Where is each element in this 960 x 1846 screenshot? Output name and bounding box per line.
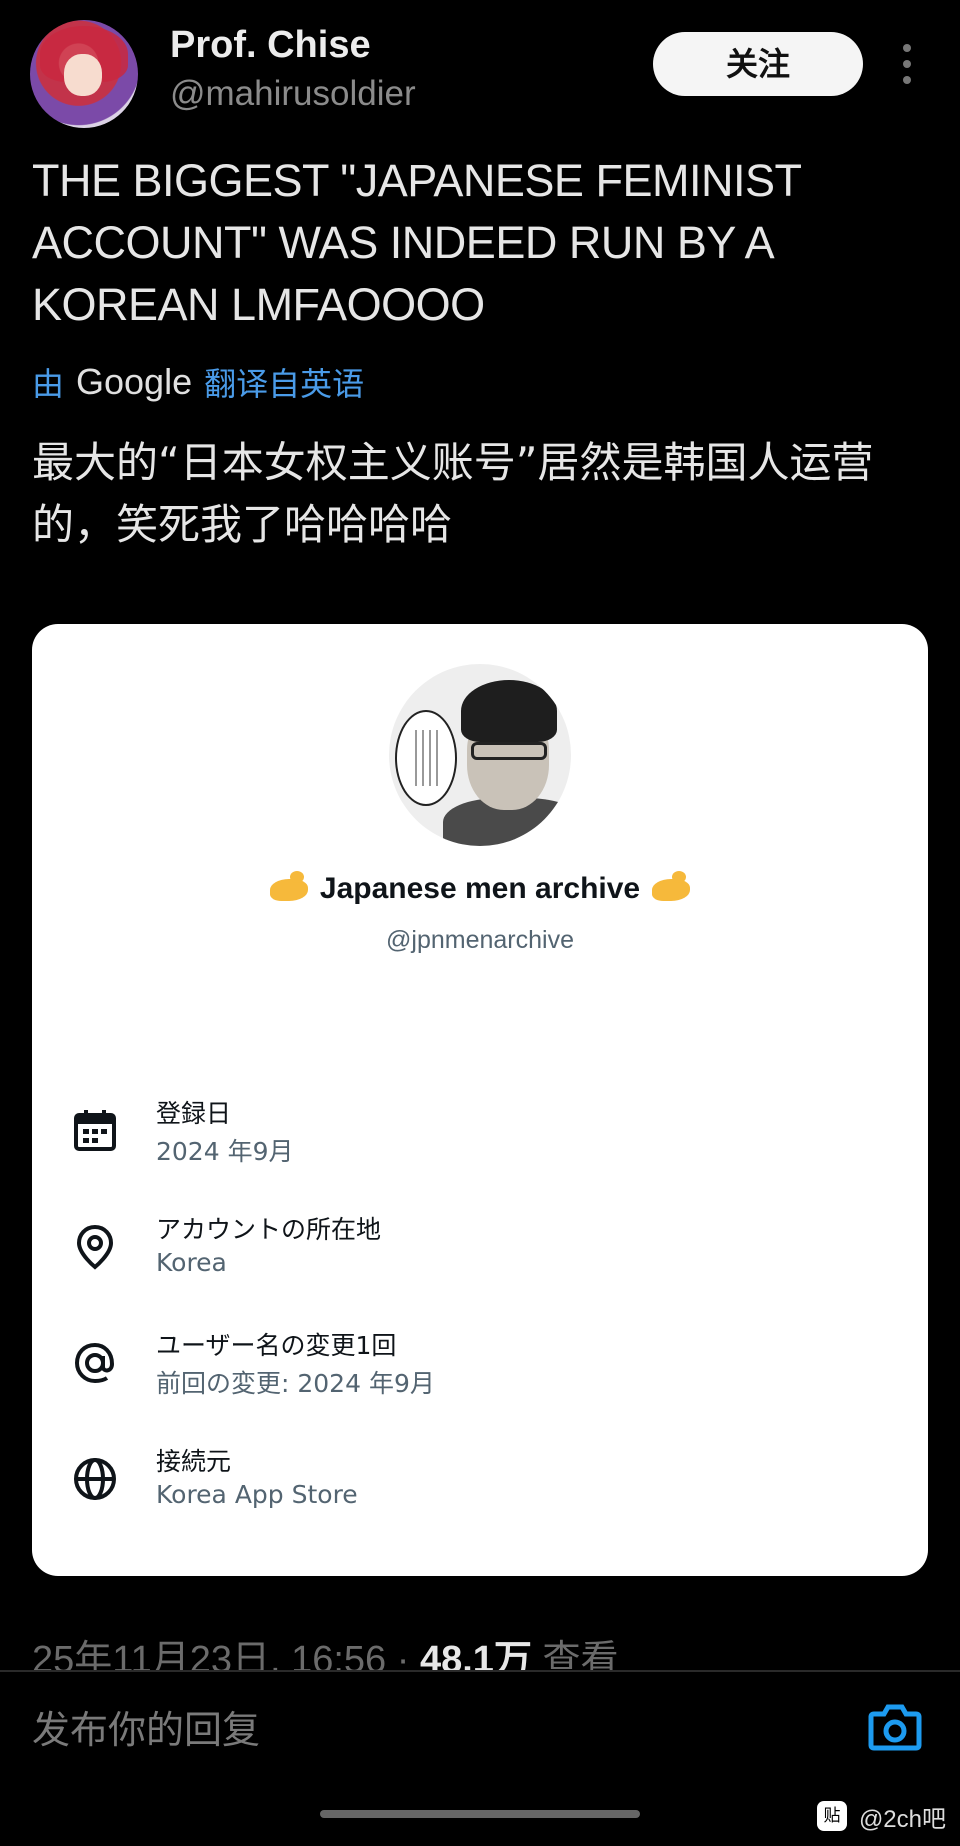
follow-button[interactable]: 关注	[653, 32, 863, 96]
author-avatar[interactable]	[30, 20, 138, 128]
calendar-icon	[74, 1110, 116, 1151]
more-options-icon[interactable]	[896, 44, 918, 84]
card-info-list: 登録日 2024 年9月 アカウントの所在地 Korea ユーザー名の変更1回 …	[32, 624, 928, 1576]
info-row-registration: 登録日 2024 年9月	[32, 1094, 928, 1184]
location-pin-icon	[76, 1224, 114, 1270]
info-title: アカウントの所在地	[156, 1215, 382, 1244]
info-sub: Korea App Store	[156, 1480, 358, 1509]
watermark-text: @2ch吧	[858, 1805, 946, 1833]
info-title: 登録日	[156, 1099, 232, 1128]
info-row-username-changes: ユーザー名の変更1回 前回の変更: 2024 年9月	[32, 1326, 928, 1416]
views-count: 48.1万	[419, 1639, 532, 1672]
watermark: 贴 @2ch吧	[816, 1798, 946, 1834]
google-logo: Google	[76, 361, 193, 402]
system-bottom-bar: 贴 @2ch吧	[0, 1786, 960, 1846]
info-sub: Korea	[156, 1248, 227, 1277]
author-handle[interactable]: @mahirusoldier	[170, 74, 416, 114]
translate-prefix: 由	[32, 366, 65, 402]
author-display-name[interactable]: Prof. Chise	[170, 24, 371, 67]
info-sub: 2024 年9月	[156, 1137, 294, 1166]
tweet-header: Prof. Chise @mahirusoldier 关注	[0, 0, 960, 130]
camera-icon[interactable]	[868, 1702, 922, 1752]
info-title: ユーザー名の変更1回	[156, 1331, 397, 1360]
tweet-timestamp[interactable]: 25年11月23日, 16:56 ·	[32, 1639, 409, 1672]
info-row-connected-via: 接続元 Korea App Store	[32, 1442, 928, 1532]
tweet-meta: 25年11月23日, 16:56 · 48.1万 查看	[32, 1628, 619, 1672]
watermark-badge: 贴	[816, 1801, 847, 1831]
reply-bar	[0, 1672, 960, 1786]
at-sign-icon	[74, 1342, 115, 1384]
avatar-face	[64, 54, 102, 96]
translated-tweet-text: 最大的“日本女权主义账号”居然是韩国人运营的，笑死我了哈哈哈哈	[32, 438, 874, 549]
globe-icon	[74, 1458, 116, 1500]
tweet-text: THE BIGGEST "JAPANESE FEMINIST ACCOUNT" …	[32, 155, 801, 330]
info-sub: 前回の変更: 2024 年9月	[156, 1369, 435, 1398]
reply-input[interactable]	[32, 1702, 792, 1758]
translate-suffix: 翻译自英语	[204, 366, 365, 402]
translation-attribution[interactable]: 由 Google 翻译自英语	[32, 360, 364, 404]
info-row-location: アカウントの所在地 Korea	[32, 1210, 928, 1300]
info-title: 接続元	[156, 1447, 232, 1476]
gesture-nav-pill[interactable]	[320, 1810, 640, 1818]
views-label: 查看	[542, 1639, 619, 1672]
